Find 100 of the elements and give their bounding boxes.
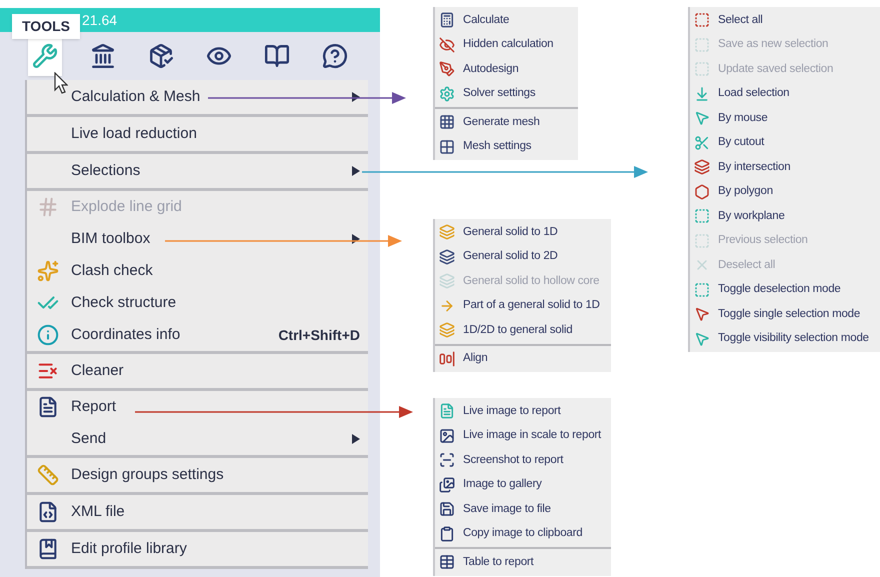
- menu-item-label: Selections: [71, 160, 140, 181]
- submenu-item[interactable]: Mesh settings: [435, 134, 578, 159]
- submenu-item[interactable]: Part of a general solid to 1D: [435, 294, 611, 318]
- submenu-item[interactable]: General solid to 2D: [435, 244, 611, 269]
- layers-icon: [439, 248, 455, 265]
- submenu-item[interactable]: Image to gallery: [435, 472, 611, 497]
- menu-item[interactable]: Calculation & Mesh: [27, 80, 368, 114]
- submenu-item[interactable]: Live image to report: [435, 399, 611, 424]
- menu-item[interactable]: Edit profile library: [27, 532, 368, 566]
- menu-item-label: Explode line grid: [71, 196, 182, 217]
- image-icon: [439, 428, 455, 444]
- submenu-item-label: Live image in scale to report: [463, 428, 602, 444]
- submenu-item-label: Part of a general solid to 1D: [463, 298, 600, 314]
- menu-item-label: Live load reduction: [71, 124, 197, 144]
- submenu-item[interactable]: By intersection: [690, 155, 880, 180]
- info-icon: [37, 324, 59, 346]
- submenu-item[interactable]: Calculate: [435, 8, 578, 32]
- submenu-item-label: Copy image to clipboard: [463, 526, 582, 542]
- submenu-item[interactable]: Align: [435, 346, 611, 371]
- menu-item-label: Clash check: [71, 260, 153, 281]
- pen-icon: [439, 61, 455, 78]
- selection-icon: [694, 232, 710, 249]
- layers-icon: [439, 224, 455, 240]
- menu-item[interactable]: Live load reduction: [27, 117, 368, 151]
- gallery-icon: [439, 476, 455, 493]
- submenu-item[interactable]: Copy image to clipboard: [435, 522, 611, 546]
- submenu-item-label: Generate mesh: [463, 114, 540, 130]
- mouse-cursor-icon: [54, 72, 68, 94]
- caret-icon: [352, 166, 360, 176]
- submenu-item-label: Hidden calculation: [463, 37, 554, 52]
- submenu-item[interactable]: Table to report: [435, 550, 611, 574]
- submenu-item[interactable]: 1D/2D to general solid: [435, 318, 611, 342]
- submenu-item-label: By workplane: [718, 208, 785, 224]
- submenu-item[interactable]: Toggle deselection mode: [690, 278, 880, 302]
- menu-item-label: Coordinates info: [71, 324, 180, 345]
- submenu-item[interactable]: Save image to file: [435, 497, 611, 522]
- submenu-item-label: 1D/2D to general solid: [463, 322, 572, 338]
- submenu-item-label: Mesh settings: [463, 139, 532, 154]
- menu-item[interactable]: Clash check: [27, 255, 368, 287]
- save-icon: [439, 501, 455, 518]
- menu-item[interactable]: BIM toolbox: [27, 223, 368, 255]
- submenu-item[interactable]: By polygon: [690, 180, 880, 204]
- calculator-icon: [439, 12, 455, 28]
- help-icon: [322, 43, 348, 69]
- menu-item-label: Edit profile library: [71, 538, 187, 559]
- submenu-item-label: By cutout: [718, 135, 764, 150]
- version-text: 21.64: [82, 10, 118, 30]
- selection-icon: [694, 12, 710, 28]
- submenu-item[interactable]: Autodesign: [435, 57, 578, 82]
- submenu-item-label: By mouse: [718, 110, 768, 126]
- submenu-item[interactable]: Hidden calculation: [435, 32, 578, 57]
- submenu-item[interactable]: Toggle single selection mode: [690, 302, 880, 326]
- submenu-item[interactable]: By cutout: [690, 130, 880, 155]
- submenu-item-label: Deselect all: [718, 258, 776, 273]
- submenu-item-label: Calculate: [463, 12, 510, 28]
- menu-item[interactable]: Check structure: [27, 287, 368, 319]
- menu-item[interactable]: Cleaner: [27, 354, 368, 388]
- submenu-item-label: Update saved selection: [718, 62, 834, 77]
- submenu-item-label: Select all: [718, 12, 763, 28]
- submenu-item[interactable]: Solver settings: [435, 82, 578, 106]
- download-icon: [694, 86, 710, 102]
- submenu-item[interactable]: Load selection: [690, 82, 880, 106]
- submenu-item-label: Autodesign: [463, 62, 519, 77]
- submenu-item-label: Table to report: [463, 554, 534, 570]
- layers-icon: [694, 159, 710, 176]
- settings-icon: [439, 86, 455, 102]
- submenu-item-label: General solid to 1D: [463, 224, 558, 240]
- submenu-item[interactable]: By workplane: [690, 204, 880, 228]
- submenu-item[interactable]: By mouse: [690, 106, 880, 130]
- screenshot-icon: [439, 452, 455, 468]
- pointer-icon: [694, 306, 710, 322]
- submenu-item-label: Load selection: [718, 86, 790, 102]
- structure-icon: [90, 43, 116, 69]
- menu-item[interactable]: Report: [27, 391, 368, 423]
- shortcut-text: Ctrl+Shift+D: [278, 326, 360, 344]
- menu-item[interactable]: Design groups settings: [27, 458, 368, 492]
- submenu-item[interactable]: Select all: [690, 8, 880, 32]
- menu-item-label: Calculation & Mesh: [71, 86, 200, 107]
- submenu-item[interactable]: Live image in scale to report: [435, 424, 611, 448]
- menu-item-label: Report: [71, 396, 116, 417]
- hidden-icon: [439, 36, 455, 53]
- submenu-item-label: Live image to report: [463, 404, 561, 419]
- submenu-item[interactable]: Toggle visibility selection mode: [690, 326, 880, 351]
- ruler-icon: [37, 464, 59, 486]
- table-icon: [439, 554, 455, 570]
- menu-item[interactable]: Send: [27, 423, 368, 455]
- clipboard-icon: [439, 526, 455, 542]
- submenu-item[interactable]: Screenshot to report: [435, 448, 611, 472]
- menu-item[interactable]: XML file: [27, 495, 368, 529]
- grid-icon: [439, 114, 455, 130]
- menu-item[interactable]: Coordinates info Ctrl+Shift+D: [27, 319, 368, 351]
- menu-item[interactable]: Selections: [27, 154, 368, 188]
- submenu-item[interactable]: General solid to 1D: [435, 220, 611, 244]
- submenu-item[interactable]: Generate mesh: [435, 110, 578, 134]
- caret-icon: [352, 92, 360, 102]
- menu-item-label: Send: [71, 428, 106, 449]
- selection-icon: [694, 61, 710, 78]
- wrench-icon: [32, 43, 58, 69]
- menu-item-label: BIM toolbox: [71, 228, 150, 249]
- submenu-item-label: Previous selection: [718, 233, 808, 248]
